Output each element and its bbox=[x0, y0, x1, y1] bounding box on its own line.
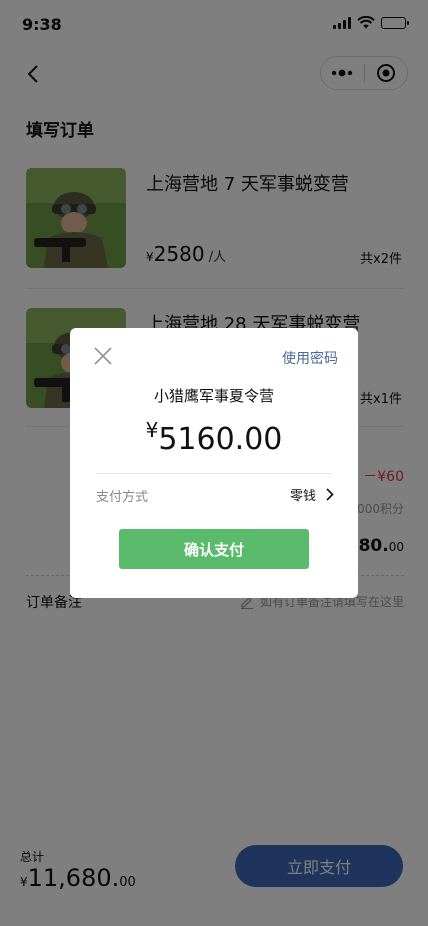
payment-dialog: 使用密码 小猎鹰军事夏令营 ¥5160.00 支付方式 零钱 确认支付 bbox=[70, 328, 358, 598]
payment-method-selector[interactable]: 零钱 bbox=[290, 485, 334, 504]
payment-amount: ¥5160.00 bbox=[145, 418, 283, 457]
payment-method-label: 支付方式 bbox=[96, 490, 149, 505]
merchant-name: 小猎鹰军事夏令营 bbox=[153, 387, 274, 405]
use-password-link[interactable]: 使用密码 bbox=[282, 348, 338, 368]
close-icon[interactable] bbox=[92, 345, 114, 367]
divider bbox=[96, 473, 332, 474]
confirm-payment-button[interactable]: 确认支付 bbox=[119, 529, 309, 569]
chevron-right-icon bbox=[326, 488, 334, 501]
payment-method-value: 零钱 bbox=[289, 489, 316, 504]
